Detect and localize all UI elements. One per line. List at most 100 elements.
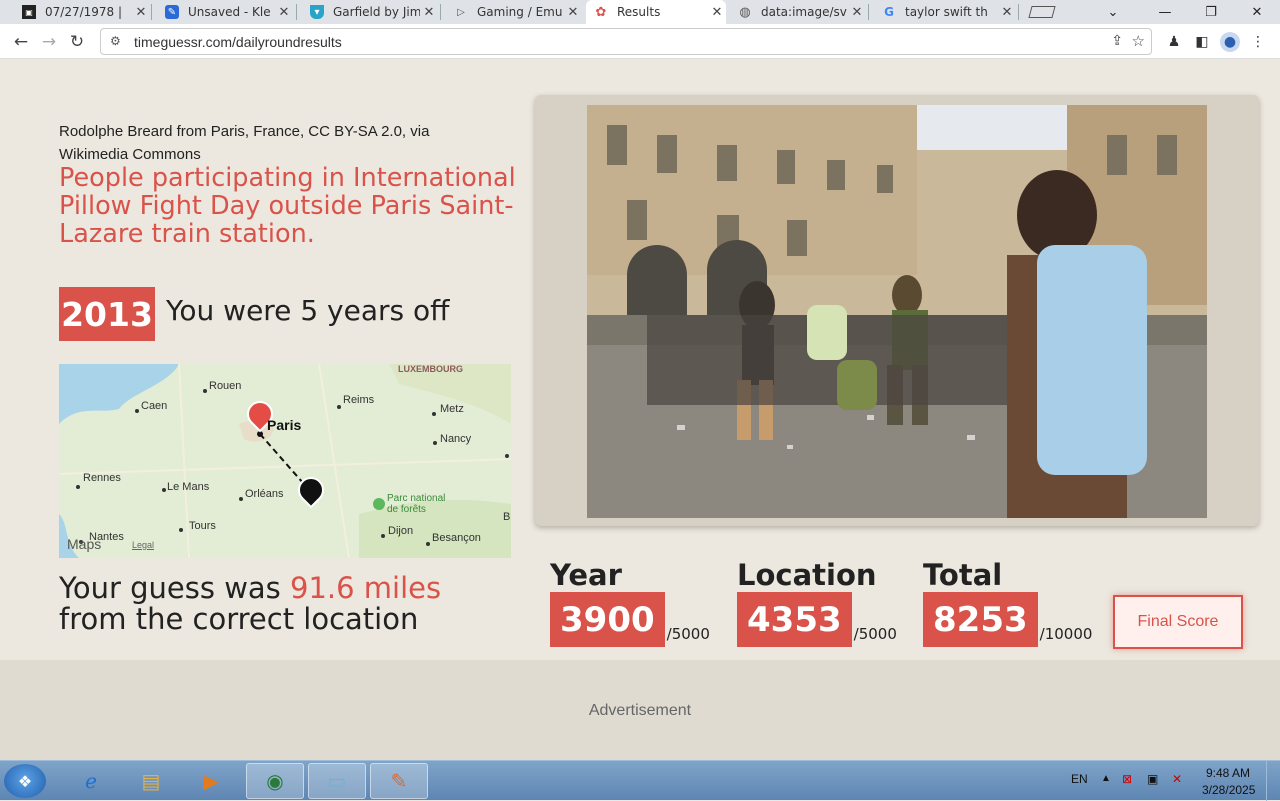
arrow-left-icon: ← — [13, 32, 29, 52]
shield-icon: ▾ — [310, 5, 324, 19]
final-score-button[interactable]: Final Score — [1113, 595, 1243, 649]
location-score-label: Location — [737, 558, 877, 592]
tab-3[interactable]: ▾ Garfield by Jim ✕ — [302, 0, 438, 24]
tab-2[interactable]: ✎ Unsaved - Kle ✕ — [157, 0, 293, 24]
years-off-text: You were 5 years off — [166, 294, 450, 327]
map-dot — [381, 534, 385, 538]
map-dot — [426, 542, 430, 546]
map-dot — [433, 441, 437, 445]
tab-4[interactable]: ▷ Gaming / Emu ✕ — [446, 0, 582, 24]
extensions-icon[interactable]: ♟ — [1164, 32, 1184, 52]
globe-icon: ◍ — [739, 4, 751, 20]
menu-kebab-icon[interactable]: ⋮ — [1248, 32, 1268, 52]
close-icon[interactable]: ✕ — [998, 5, 1016, 20]
taskbar-chrome[interactable]: ◉ — [246, 763, 304, 799]
round-photo — [587, 105, 1207, 518]
map-label-caen: Caen — [141, 400, 168, 412]
side-panel-icon[interactable]: ◧ — [1192, 32, 1212, 52]
map-label-reims: Reims — [343, 394, 375, 406]
map-terrain — [59, 364, 511, 558]
display-icon[interactable]: ▣ — [1147, 772, 1158, 786]
folder-icon: ▤ — [141, 769, 161, 793]
tab-7[interactable]: G taylor swift th ✕ — [874, 0, 1016, 24]
map-label-luxembourg: LUXEMBOURG — [398, 364, 463, 374]
tab-divider — [868, 4, 869, 20]
taskbar-media-player[interactable]: ▶ — [182, 763, 240, 799]
map-label-orleans: Orléans — [245, 488, 284, 500]
show-desktop-button[interactable] — [1266, 761, 1280, 801]
taskbar-explorer[interactable]: ▤ — [122, 763, 180, 799]
tab-title: Gaming / Emu — [477, 5, 563, 19]
map-label-metz: Metz — [440, 403, 464, 415]
bookmark-star-icon[interactable]: ☆ — [1132, 32, 1145, 50]
map-dot — [179, 528, 183, 532]
language-indicator[interactable]: EN — [1071, 772, 1088, 786]
tab-title: 07/27/1978 | — [45, 5, 123, 19]
url-input[interactable] — [134, 31, 1094, 52]
location-score-block: Location 4353 /5000 — [737, 558, 897, 647]
close-icon[interactable]: ✕ — [564, 5, 582, 20]
tab-title: Unsaved - Kle — [188, 5, 271, 19]
total-score-label: Total — [923, 558, 1003, 592]
taskbar-paint[interactable]: ✎ — [370, 763, 428, 799]
restore-button[interactable]: ❐ — [1188, 0, 1234, 24]
share-icon[interactable]: ⇪ — [1111, 33, 1123, 49]
taskbar-window[interactable]: ▭ — [308, 763, 366, 799]
tab-1[interactable]: ▣ 07/27/1978 | ✕ — [14, 0, 150, 24]
clock-date[interactable]: 3/28/2025 — [1202, 783, 1255, 797]
tab-search-button[interactable]: ⌄ — [1090, 0, 1136, 24]
start-button[interactable]: ❖ — [4, 764, 46, 798]
location-score-value: 4353 — [737, 592, 852, 647]
browser-toolbar: ← → ↻ ⚙ ⇪ ☆ ♟ ◧ ● ⋮ — [0, 24, 1280, 59]
close-icon[interactable]: ✕ — [132, 5, 150, 20]
restore-icon: ❐ — [1205, 4, 1217, 20]
close-icon[interactable]: ✕ — [708, 5, 726, 20]
tab-title: data:image/sv — [761, 5, 847, 19]
back-button[interactable]: ← — [8, 29, 34, 55]
photo-scene — [587, 105, 1207, 518]
kleki-icon: ✎ — [165, 5, 179, 19]
paint-icon: ✎ — [390, 769, 408, 793]
map-dot — [337, 405, 341, 409]
site-info-icon[interactable]: ⚙ — [110, 34, 121, 48]
total-score-max: /10000 — [1039, 625, 1093, 643]
minimize-button[interactable]: — — [1142, 0, 1188, 24]
profile-avatar-icon[interactable]: ● — [1220, 32, 1240, 52]
tab-title: taylor swift th — [905, 5, 988, 19]
tab-divider — [440, 4, 441, 20]
tray-expand-icon[interactable]: ▲ — [1101, 773, 1111, 784]
map-label-rennes: Rennes — [83, 472, 121, 484]
total-score-value: 8253 — [923, 592, 1038, 647]
apple-maps-logo: Maps — [67, 536, 102, 552]
map-legal-link[interactable]: Legal — [132, 540, 154, 550]
close-icon: ✕ — [1251, 4, 1263, 20]
correct-year-badge: 2013 — [59, 287, 155, 341]
map-dot — [76, 485, 80, 489]
tab-results[interactable]: ✿ Results ✕ — [586, 0, 726, 24]
close-window-button[interactable]: ✕ — [1234, 0, 1280, 24]
new-tab-button[interactable] — [1022, 0, 1056, 24]
result-map[interactable]: LUXEMBOURG Rouen Caen Reims Metz Paris N… — [59, 364, 511, 558]
arrow-right-icon: → — [41, 32, 57, 52]
clock-time[interactable]: 9:48 AM — [1206, 766, 1250, 780]
map-dot — [162, 488, 166, 492]
taskbar-ie[interactable]: ℯ — [62, 763, 120, 799]
map-dot — [505, 454, 509, 458]
map-dot — [203, 389, 207, 393]
reload-button[interactable]: ↻ — [64, 29, 90, 55]
network-icon[interactable]: ⊠ — [1122, 772, 1132, 786]
tab-title: Garfield by Jim — [333, 5, 420, 19]
distance-value: 91.6 miles — [290, 571, 442, 605]
close-icon[interactable]: ✕ — [420, 5, 438, 20]
tab-6[interactable]: ◍ data:image/sv ✕ — [730, 0, 866, 24]
location-score-max: /5000 — [853, 625, 897, 643]
map-label-rouen: Rouen — [209, 380, 242, 392]
close-icon[interactable]: ✕ — [275, 5, 293, 20]
close-icon[interactable]: ✕ — [848, 5, 866, 20]
map-label-nancy: Nancy — [440, 433, 472, 445]
volume-icon[interactable]: ✕ — [1172, 772, 1182, 786]
address-bar[interactable]: ⚙ ⇪ ☆ — [100, 28, 1152, 55]
distance-suffix: from the correct location — [59, 602, 419, 636]
tab-title: Results — [617, 5, 661, 19]
forward-button[interactable]: → — [36, 29, 62, 55]
